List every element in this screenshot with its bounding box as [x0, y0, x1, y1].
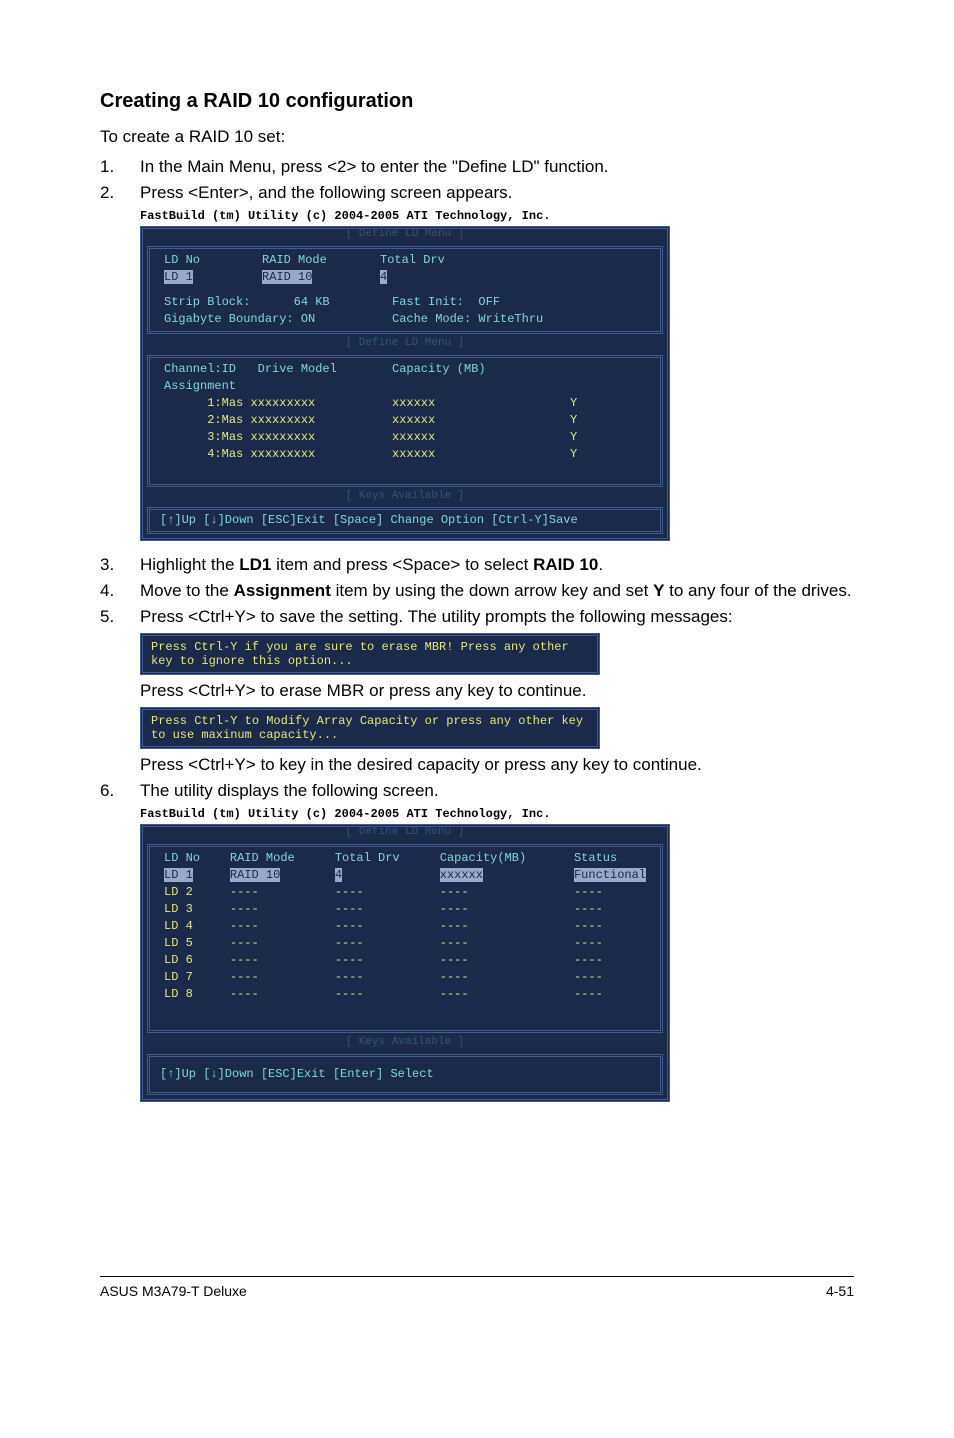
- keys-label: [ Keys Available ]: [143, 490, 667, 504]
- col-mode: RAID Mode: [226, 850, 331, 867]
- ld-row: LD 2----------------: [160, 884, 650, 901]
- opt-cache: Cache Mode: WriteThru: [388, 311, 650, 328]
- step-number: 5.: [100, 607, 140, 627]
- cell-ld: LD 1: [164, 270, 193, 284]
- col-drv: Total Drv: [331, 850, 436, 867]
- col-totaldrv: Total Drv: [376, 252, 650, 269]
- ld-row: LD 8----------------: [160, 986, 650, 1003]
- opt-strip: Strip Block: 64 KB: [160, 294, 388, 311]
- opt-gig: Gigabyte Boundary: ON: [160, 311, 388, 328]
- ld-row: LD 6----------------: [160, 952, 650, 969]
- sub-text-1: Press <Ctrl+Y> to erase MBR or press any…: [140, 681, 854, 701]
- ld-row: LD 5----------------: [160, 935, 650, 952]
- keys-label: [ Keys Available ]: [143, 1036, 667, 1050]
- section-label: [ Define LD Menu ]: [143, 826, 667, 840]
- ld-list-table: LD No RAID Mode Total Drv Capacity(MB) S…: [160, 850, 650, 1003]
- step-number: 3.: [100, 555, 140, 575]
- options-table: Strip Block: 64 KB Fast Init: OFF Gigaby…: [160, 294, 650, 328]
- bios-screenshot-2: FastBuild (tm) Utility (c) 2004-2005 ATI…: [140, 807, 670, 1102]
- step-number: 6.: [100, 781, 140, 801]
- col-raidmode: RAID Mode: [258, 252, 376, 269]
- col-ldno: LD No: [160, 252, 258, 269]
- message-box-1: Press Ctrl-Y if you are sure to erase MB…: [140, 633, 600, 675]
- step-5: Press <Ctrl+Y> to save the setting. The …: [140, 607, 854, 627]
- cell-mode: RAID 10: [262, 270, 312, 284]
- col-stat: Status: [570, 850, 650, 867]
- col-asg: Assignment: [160, 378, 388, 395]
- sub-text-2: Press <Ctrl+Y> to key in the desired cap…: [140, 755, 854, 775]
- bios-title: FastBuild (tm) Utility (c) 2004-2005 ATI…: [140, 209, 670, 224]
- col-chan: Channel:ID Drive Model: [160, 361, 388, 378]
- step-4: Move to the Assignment item by using the…: [140, 581, 854, 601]
- drive-row: 2:Mas xxxxxxxxx xxxxxx Y: [160, 412, 650, 429]
- keys-bar-text: [↑]Up [↓]Down [ESC]Exit [Enter] Select: [150, 1057, 660, 1092]
- step-1: In the Main Menu, press <2> to enter the…: [140, 157, 854, 177]
- intro-text: To create a RAID 10 set:: [100, 127, 854, 147]
- step-2: Press <Enter>, and the following screen …: [140, 183, 854, 203]
- ld-row: LD 7----------------: [160, 969, 650, 986]
- cell-drv: 4: [380, 270, 387, 284]
- step-6: The utility displays the following scree…: [140, 781, 854, 801]
- page-heading: Creating a RAID 10 configuration: [100, 90, 854, 113]
- step-number: 2.: [100, 183, 140, 203]
- section-label: [ Define LD Menu ]: [143, 337, 667, 351]
- ld-row: LD 4----------------: [160, 918, 650, 935]
- opt-fastinit: Fast Init: OFF: [388, 294, 650, 311]
- step-number: 1.: [100, 157, 140, 177]
- message-box-2: Press Ctrl-Y to Modify Array Capacity or…: [140, 707, 600, 749]
- col-cap: Capacity (MB): [388, 361, 566, 378]
- drive-row: 4:Mas xxxxxxxxx xxxxxx Y: [160, 446, 650, 463]
- drive-table: Channel:ID Drive Model Capacity (MB) Ass…: [160, 361, 650, 463]
- drive-row: 3:Mas xxxxxxxxx xxxxxx Y: [160, 429, 650, 446]
- keys-bar-text: [↑]Up [↓]Down [ESC]Exit [Space] Change O…: [150, 510, 660, 531]
- col-cap: Capacity(MB): [436, 850, 570, 867]
- bios-screenshot-1: FastBuild (tm) Utility (c) 2004-2005 ATI…: [140, 209, 670, 541]
- col-ldno: LD No: [160, 850, 226, 867]
- step-3: Highlight the LD1 item and press <Space>…: [140, 555, 854, 575]
- step-number: 4.: [100, 581, 140, 601]
- footer-left: ASUS M3A79-T Deluxe: [100, 1283, 247, 1299]
- bios-title: FastBuild (tm) Utility (c) 2004-2005 ATI…: [140, 807, 670, 822]
- ld-row: LD 1 RAID 10 4 xxxxxx Functional: [160, 867, 650, 884]
- footer-right: 4-51: [826, 1283, 854, 1299]
- ld-row: LD 3----------------: [160, 901, 650, 918]
- ld-header-table: LD No RAID Mode Total Drv LD 1 RAID 10 4: [160, 252, 650, 286]
- section-label: [ Define LD Menu ]: [143, 228, 667, 242]
- drive-row: 1:Mas xxxxxxxxx xxxxxx Y: [160, 395, 650, 412]
- ld-selected-row: LD 1 RAID 10 4: [160, 269, 650, 286]
